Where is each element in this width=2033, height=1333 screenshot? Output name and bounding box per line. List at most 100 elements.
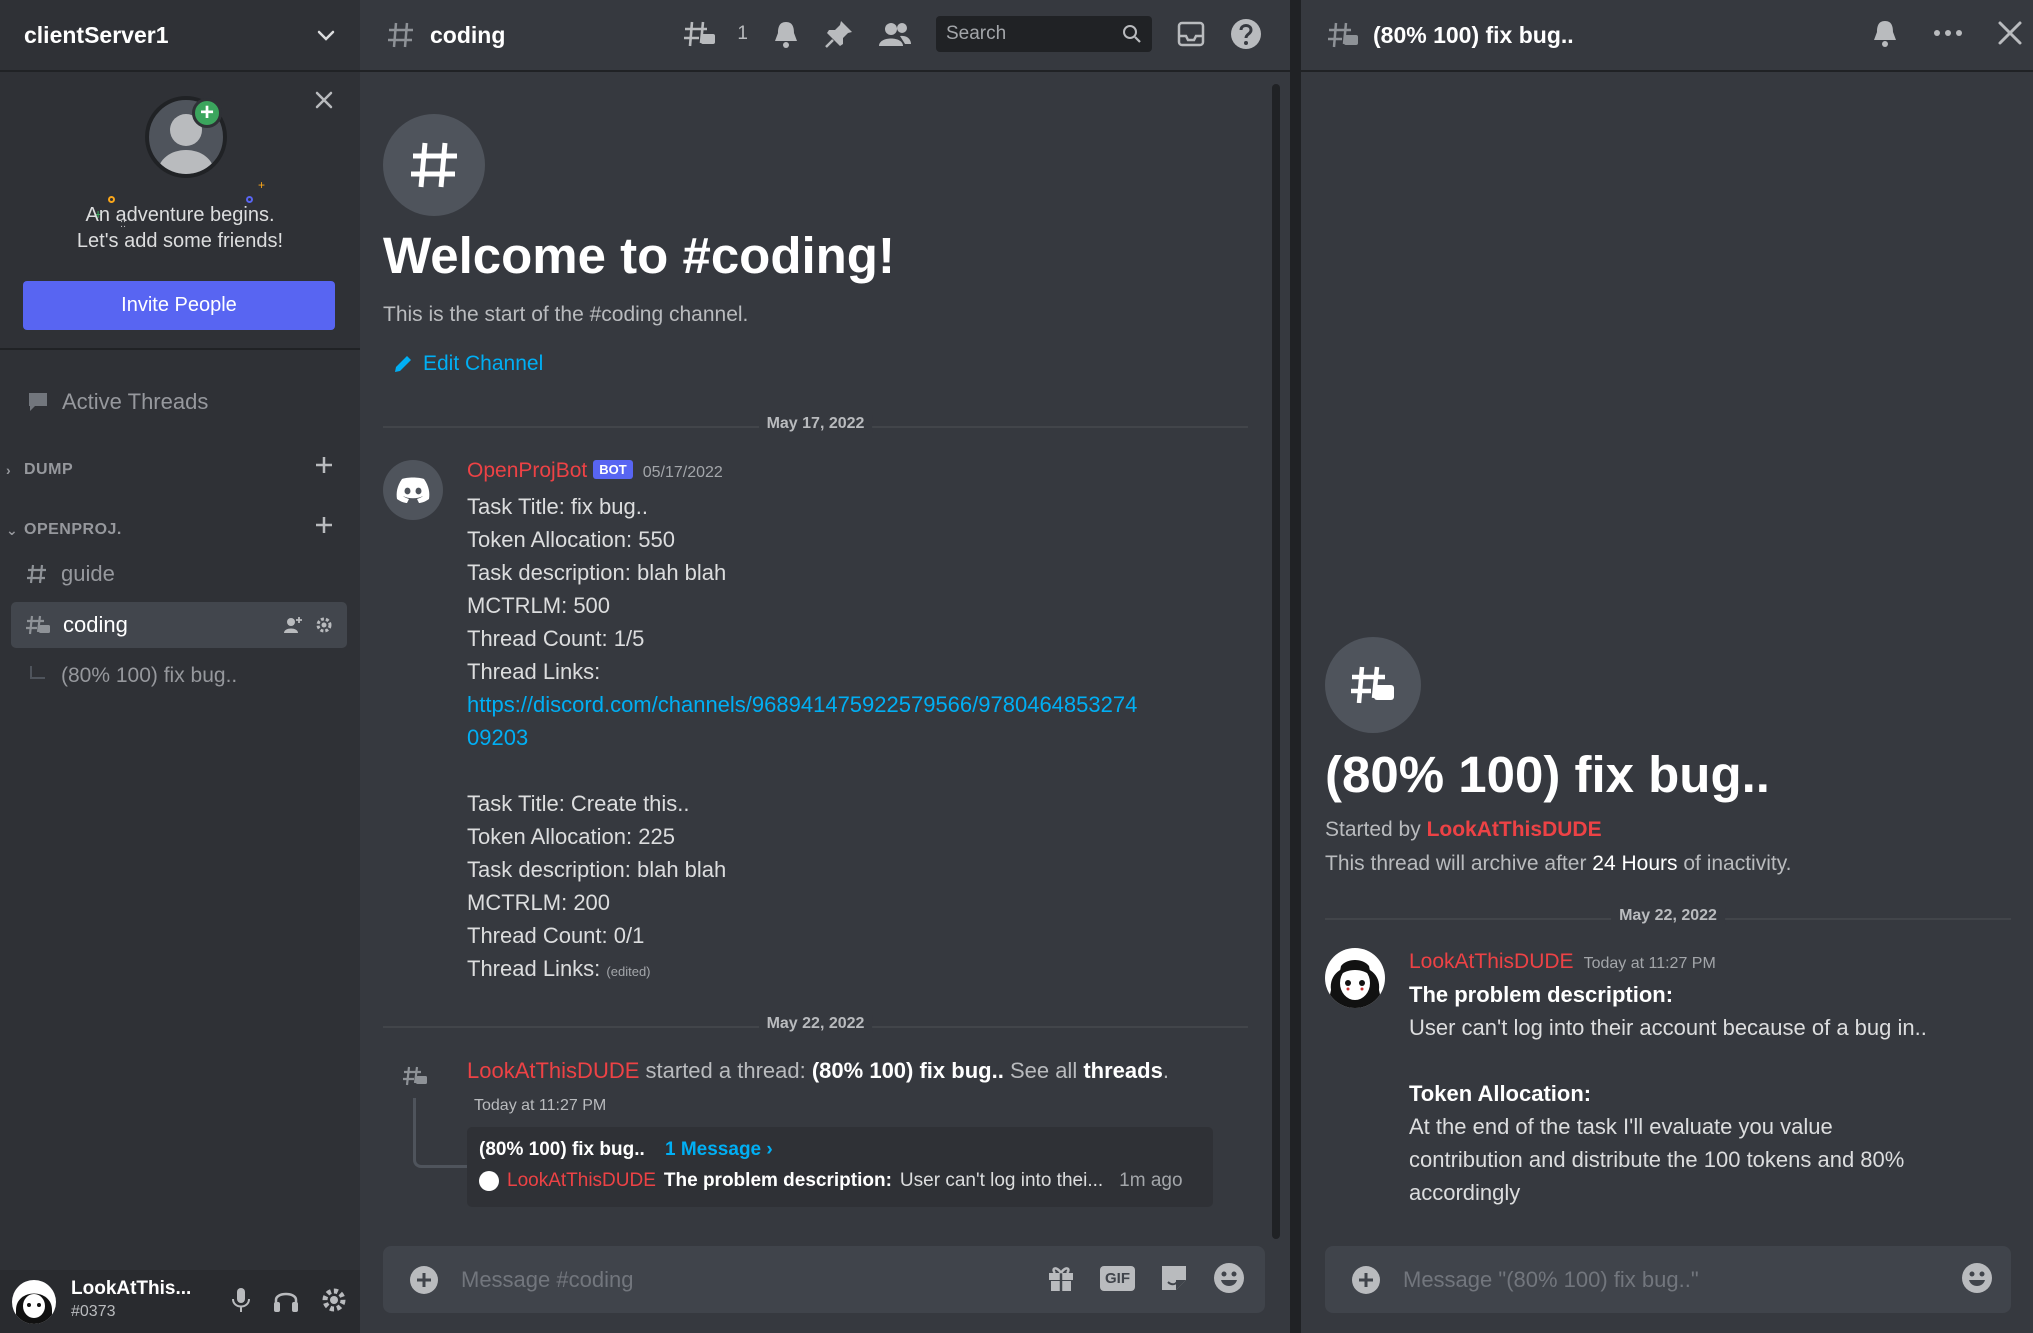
thread-branch-icon [25, 664, 49, 688]
thread-hash-icon [1325, 637, 1421, 733]
date-divider-label: May 22, 2022 [1611, 907, 1725, 925]
gear-icon[interactable] [315, 616, 333, 634]
thread-header-title: (80% 100) fix bug.. [1373, 21, 1574, 48]
active-threads-link[interactable]: Active Threads [0, 382, 360, 422]
panel-divider [1290, 0, 1301, 1333]
server-header[interactable]: clientServer1 [0, 0, 360, 72]
decor-dot-icon [108, 196, 115, 203]
category-dump[interactable]: › DUMP [0, 455, 360, 485]
scrollbar[interactable] [1272, 84, 1280, 1239]
gift-icon[interactable] [1046, 1263, 1076, 1293]
date-divider-label: May 17, 2022 [758, 415, 873, 433]
create-invite-icon[interactable] [283, 616, 303, 634]
message-line-text: Thread Links: [467, 956, 601, 981]
message-author[interactable]: LookAtThisDUDE [1409, 950, 1574, 973]
channel-label: guide [61, 561, 115, 586]
thread-name-link[interactable]: (80% 100) fix bug.. [812, 1058, 1004, 1083]
thread-starter-name[interactable]: LookAtThisDUDE [1427, 818, 1602, 841]
search-input[interactable]: Search [936, 16, 1152, 52]
headphones-icon[interactable] [272, 1286, 300, 1314]
sidebar-item-guide[interactable]: guide [11, 551, 347, 597]
preview-bold: The problem description: [663, 1170, 892, 1191]
message-heading: The problem description: [1409, 982, 1674, 1007]
thread-preview-card[interactable]: (80% 100) fix bug.. 1 Message › LookAtTh… [467, 1127, 1213, 1207]
microphone-icon[interactable] [230, 1286, 252, 1314]
message-timestamp: Today at 11:27 PM [1583, 955, 1716, 972]
thread-card-preview: LookAtThisDUDE The problem description: … [479, 1170, 1183, 1192]
avatar[interactable] [12, 1279, 56, 1324]
message-line: Thread Links: [467, 659, 601, 684]
thread-started-message: LookAtThisDUDE started a thread: (80% 10… [467, 1058, 1169, 1084]
avatar [479, 1171, 499, 1191]
thread-panel: (80% 100) fix bug.. (80% 100) fix bug.. … [1301, 0, 2033, 1333]
add-attachment-icon[interactable] [409, 1265, 439, 1295]
message-line: Token Allocation: 225 [467, 824, 675, 849]
bot-avatar[interactable] [383, 460, 443, 520]
message-header: OpenProjBot BOT 05/17/2022 [467, 459, 723, 483]
hash-icon [25, 562, 49, 586]
invite-people-button[interactable]: Invite People [23, 281, 335, 330]
thread-link-continued[interactable]: 09203 [467, 721, 1227, 754]
chevron-right-icon: › [6, 462, 12, 478]
channel-sidebar: clientServer1 + + :: + An adventure begi… [0, 0, 360, 1333]
thread-starter-name[interactable]: LookAtThisDUDE [467, 1058, 639, 1083]
message-line: MCTRLM: 500 [467, 593, 611, 618]
date-divider: May 22, 2022 [1325, 907, 2011, 925]
more-options-icon[interactable] [1933, 28, 1963, 38]
sticker-icon[interactable] [1159, 1263, 1189, 1293]
gear-icon[interactable] [320, 1286, 348, 1314]
message-line: Task Title: fix bug.. [467, 494, 648, 519]
user-name: LookAtThis... [71, 1278, 192, 1299]
threads-icon[interactable] [683, 19, 717, 49]
add-channel-icon[interactable] [314, 515, 334, 535]
channel-header: coding 1 Search [360, 0, 1290, 72]
chevron-down-icon[interactable] [316, 28, 336, 42]
thread-message-composer[interactable]: Message "(80% 100) fix bug.." [1325, 1246, 2011, 1313]
add-attachment-icon[interactable] [1351, 1265, 1381, 1295]
invite-text-line2: Let's add some friends! [76, 230, 284, 252]
pin-icon[interactable] [824, 19, 854, 49]
sidebar-item-coding[interactable]: coding [11, 602, 347, 648]
message-line: Thread Count: 0/1 [467, 923, 645, 948]
welcome-title: Welcome to #coding! [383, 227, 895, 284]
message-content: Task Title: fix bug.. Token Allocation: … [467, 490, 1227, 988]
bot-badge: BOT [593, 460, 633, 479]
bell-icon[interactable] [1871, 18, 1899, 48]
message-line: accordingly [1409, 1180, 1521, 1205]
emoji-icon[interactable] [1961, 1262, 1993, 1294]
message-composer[interactable]: Message #coding GIF [383, 1246, 1265, 1313]
composer-placeholder: Message #coding [461, 1266, 634, 1292]
edit-channel-link[interactable]: Edit Channel [393, 352, 543, 376]
thread-link[interactable]: https://discord.com/channels/96894147592… [467, 688, 1227, 721]
sparkle-icon: + [258, 178, 266, 192]
search-icon [1122, 24, 1142, 44]
help-icon[interactable] [1230, 18, 1262, 50]
channel-title: coding [430, 21, 506, 48]
inbox-icon[interactable] [1176, 19, 1206, 49]
thread-message-count[interactable]: 1 Message › [665, 1139, 773, 1161]
emoji-icon[interactable] [1213, 1262, 1245, 1294]
archive-duration[interactable]: 24 Hours [1592, 852, 1677, 875]
message-line: User can't log into their account becaus… [1409, 1015, 1927, 1040]
archive-text: of inactivity. [1683, 852, 1792, 875]
see-all-threads-link[interactable]: threads [1083, 1058, 1162, 1083]
invite-card: + + :: + An adventure begins. Let's add … [0, 72, 360, 350]
gif-icon[interactable]: GIF [1100, 1265, 1135, 1291]
avatar[interactable] [1325, 948, 1385, 1008]
user-tag: #0373 [71, 1303, 116, 1320]
bell-icon[interactable] [772, 19, 800, 49]
message-line: Thread Count: 1/5 [467, 626, 645, 651]
user-panel: LookAtThis... #0373 [0, 1270, 360, 1333]
sidebar-item-thread[interactable]: (80% 100) fix bug.. [11, 653, 347, 699]
thread-hash-icon [1327, 20, 1359, 50]
message-author[interactable]: OpenProjBot [467, 459, 587, 482]
message-content: The problem description: User can't log … [1409, 978, 1969, 1209]
thread-card-title: (80% 100) fix bug.. [479, 1139, 645, 1160]
category-openproj[interactable]: ⌄ OPENPROJ. [0, 515, 360, 545]
close-icon[interactable] [314, 90, 334, 110]
close-icon[interactable] [1997, 20, 2023, 46]
add-channel-icon[interactable] [314, 455, 334, 475]
members-icon[interactable] [878, 20, 912, 48]
search-placeholder: Search [946, 23, 1007, 44]
message-line: Task Title: Create this.. [467, 791, 690, 816]
